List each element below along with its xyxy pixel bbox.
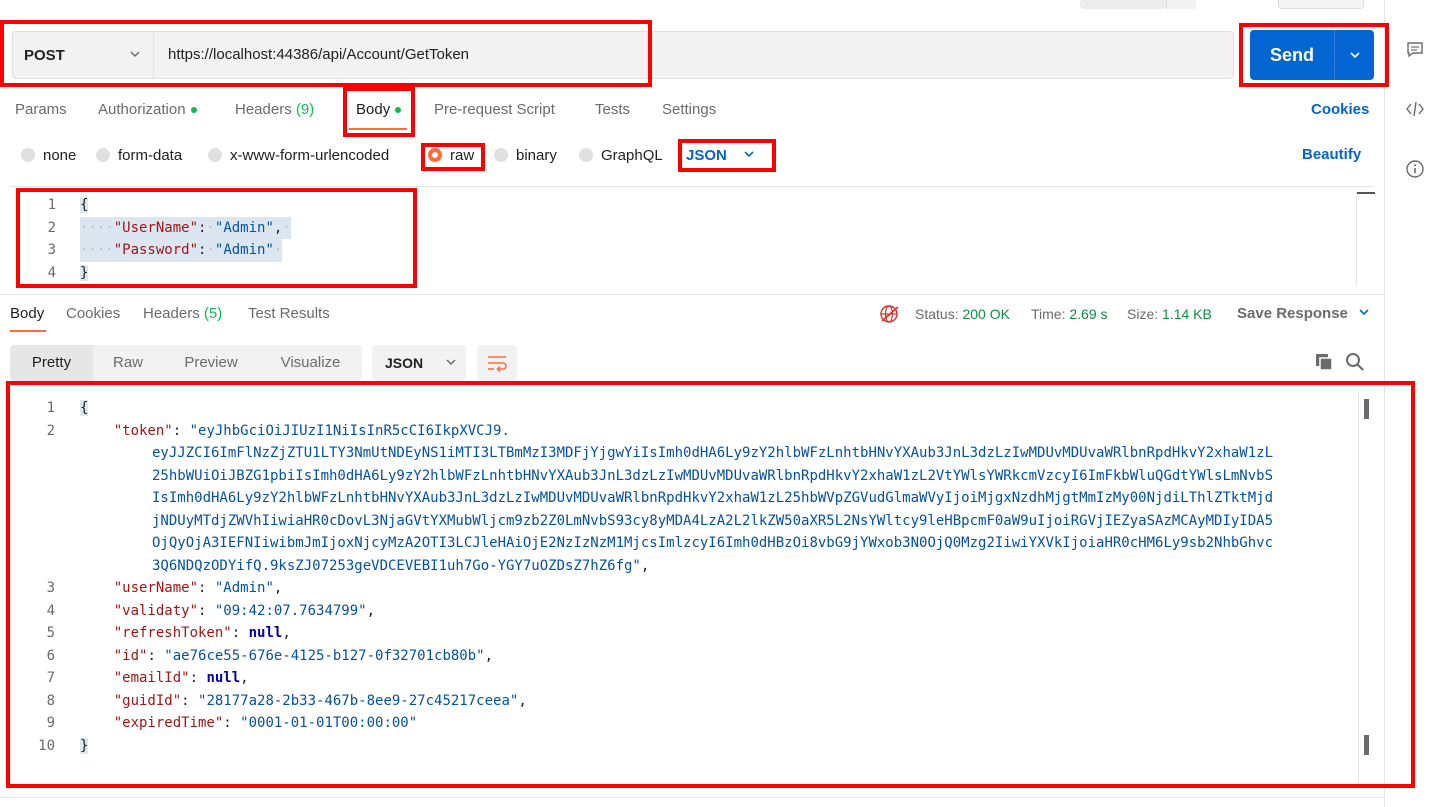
active-response-tab-indicator [10,330,46,332]
beautify-link[interactable]: Beautify [1302,144,1361,166]
copy-icon[interactable] [1314,352,1334,376]
annotation-box-send [1239,23,1389,87]
radio-x-www-form-urlencoded[interactable]: x-www-form-urlencoded [208,144,389,166]
search-icon[interactable] [1345,352,1365,376]
top-control-ghost[interactable] [1080,0,1166,9]
section-divider [0,294,1384,295]
code-icon[interactable] [1403,97,1427,121]
top-control-ghost-2[interactable] [1166,0,1196,9]
annotation-box-body-tab [343,87,415,137]
annotation-box-url [0,20,652,87]
radio-form-data[interactable]: form-data [96,144,182,166]
annotation-box-json [678,139,776,172]
info-icon[interactable] [1403,157,1427,181]
annotation-box-request-body [16,188,417,288]
response-status: Status: 200 OK [915,306,1010,322]
tab-params[interactable]: Params [15,99,67,121]
radio-binary[interactable]: binary [494,144,557,166]
response-tab-headers[interactable]: Headers (5) [143,304,222,324]
response-tab-test-results[interactable]: Test Results [248,304,330,324]
radio-dot [208,148,222,162]
annotation-box-response-body [6,381,1415,788]
radio-dot [21,148,35,162]
save-response-button[interactable]: Save Response [1237,304,1370,324]
globe-error-icon[interactable] [879,303,901,329]
wrap-lines-icon [488,356,507,372]
tab-tests[interactable]: Tests [595,99,630,121]
radio-dot [96,148,110,162]
response-format-select[interactable]: JSON [372,345,466,381]
tab-headers[interactable]: Headers (9) [235,99,314,121]
comment-icon[interactable] [1403,38,1427,62]
radio-graphql[interactable]: GraphQL [579,144,663,166]
top-control-ghost-3[interactable] [1278,0,1364,9]
editor-scrollbar[interactable] [1356,192,1375,286]
view-mode-pretty[interactable]: Pretty [10,345,93,381]
tab-authorization[interactable]: Authorization [98,99,197,121]
view-mode-raw[interactable]: Raw [93,345,163,381]
chevron-down-icon [445,355,457,371]
radio-dot [494,148,508,162]
response-format-label: JSON [385,355,424,371]
radio-dot [579,148,593,162]
view-mode-preview[interactable]: Preview [163,345,259,381]
tab-pre-request-script[interactable]: Pre-request Script [434,99,555,121]
annotation-box-raw [421,143,485,171]
tab-settings[interactable]: Settings [662,99,716,121]
bottom-divider [0,797,1384,798]
chevron-down-icon [1358,305,1370,322]
response-size: Size: 1.14 KB [1127,306,1212,322]
radio-none[interactable]: none [21,144,76,166]
status-dot [190,107,197,114]
response-tab-cookies[interactable]: Cookies [66,304,120,324]
wrap-lines-button[interactable] [477,345,517,381]
response-tab-body[interactable]: Body [10,304,44,324]
view-mode-visualize[interactable]: Visualize [259,345,362,381]
cookies-link[interactable]: Cookies [1311,99,1369,121]
response-time: Time: 2.69 s [1031,306,1108,322]
